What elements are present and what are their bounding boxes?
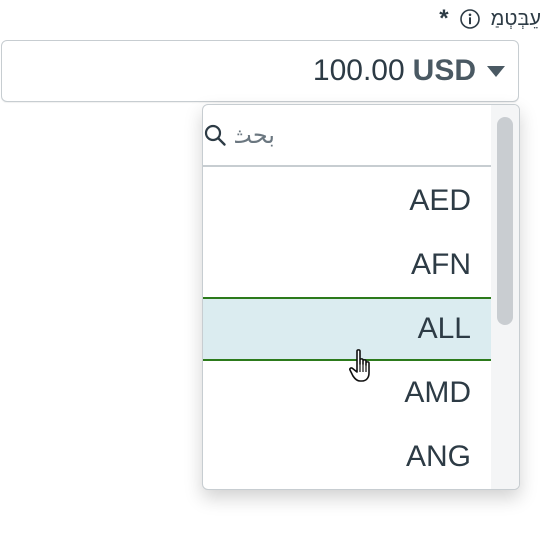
currency-option-list: AED AFN ALL AMD ANG <box>203 169 491 489</box>
option-all[interactable]: ALL <box>203 297 491 361</box>
currency-amount-select[interactable]: 100.00 USD <box>1 40 519 102</box>
field-label-row: עֵבְּטְמַ * <box>439 6 541 32</box>
required-marker: * <box>439 5 449 32</box>
option-ang[interactable]: ANG <box>203 425 491 489</box>
amount-value: 100.00 <box>312 54 405 87</box>
field-label: עֵבְּטְמַ <box>490 7 541 30</box>
info-icon[interactable] <box>459 8 481 30</box>
option-aed[interactable]: AED <box>203 169 491 233</box>
selected-currency: USD <box>412 54 476 87</box>
option-amd[interactable]: AMD <box>203 361 491 425</box>
currency-search[interactable]: بحث <box>203 105 491 167</box>
currency-dropdown: بحث AED AFN ALL AMD ANG <box>202 104 520 490</box>
search-input[interactable]: بحث <box>235 121 275 150</box>
caret-down-icon[interactable] <box>486 64 506 78</box>
scrollbar-track[interactable] <box>491 105 519 489</box>
search-icon <box>203 123 227 147</box>
option-afn[interactable]: AFN <box>203 233 491 297</box>
scrollbar-thumb[interactable] <box>497 117 513 325</box>
